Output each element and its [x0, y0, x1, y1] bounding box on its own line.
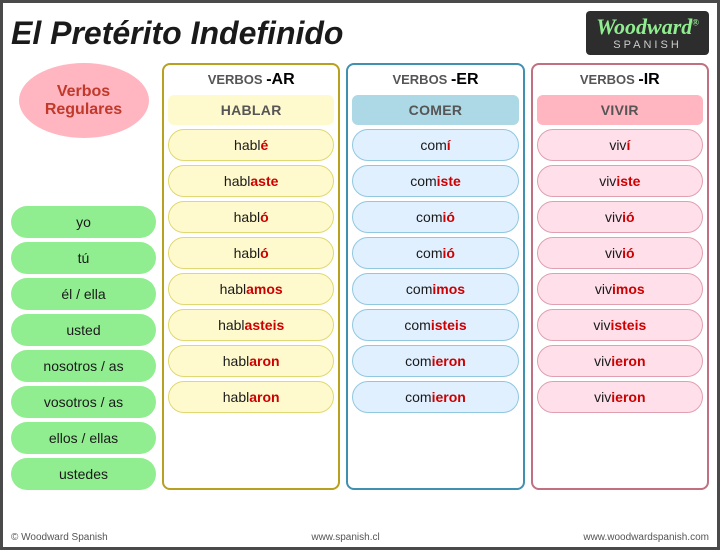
pronoun-ustedes: ustedes: [11, 458, 156, 490]
page-title: El Pretérito Indefinido: [11, 15, 343, 52]
ar-conj-tu: hablaste: [168, 165, 334, 197]
logo-brand: Woodward®: [596, 15, 699, 39]
footer-right: www.woodwardspanish.com: [583, 532, 709, 543]
ir-conj-vosotros: vivisteis: [537, 309, 703, 341]
ir-header: VERBOS -IR: [537, 69, 703, 91]
ir-conj-ustedes: vivieron: [537, 381, 703, 413]
er-example: COMER: [352, 95, 518, 125]
pronoun-usted: usted: [11, 314, 156, 346]
er-column: VERBOS -ER COMER comí comiste comió comi…: [346, 63, 524, 490]
er-conj-ustedes: comieron: [352, 381, 518, 413]
ar-conj-ustedes: hablaron: [168, 381, 334, 413]
er-conj-vosotros: comisteis: [352, 309, 518, 341]
content-area: VerbosRegulares yo tú él / ella usted no…: [11, 63, 709, 490]
ar-header: VERBOS -AR: [168, 69, 334, 91]
ir-conj-tu: viviste: [537, 165, 703, 197]
main-container: El Pretérito Indefinido Woodward® SPANIS…: [0, 0, 720, 550]
ar-example: HABLAR: [168, 95, 334, 125]
er-conj-ellos: comieron: [352, 345, 518, 377]
ir-conj-nosotros: vivimos: [537, 273, 703, 305]
ar-column: VERBOS -AR HABLAR hablé hablaste habló h…: [162, 63, 340, 490]
er-conj-yo: comí: [352, 129, 518, 161]
ir-conj-usted: vivió: [537, 237, 703, 269]
er-conj-el: comió: [352, 201, 518, 233]
ir-conj-yo: viví: [537, 129, 703, 161]
ar-conj-vosotros: hablasteis: [168, 309, 334, 341]
ar-conj-yo: hablé: [168, 129, 334, 161]
pronoun-nosotros: nosotros / as: [11, 350, 156, 382]
ar-conj-nosotros: hablamos: [168, 273, 334, 305]
ir-conj-ellos: vivieron: [537, 345, 703, 377]
pronoun-ellos: ellos / ellas: [11, 422, 156, 454]
footer: © Woodward Spanish www.spanish.cl www.wo…: [11, 532, 709, 543]
header-row: El Pretérito Indefinido Woodward® SPANIS…: [11, 11, 709, 55]
er-conj-usted: comió: [352, 237, 518, 269]
footer-left: © Woodward Spanish: [11, 532, 108, 543]
er-conj-nosotros: comimos: [352, 273, 518, 305]
logo-sub: SPANISH: [596, 39, 699, 51]
pronoun-vosotros: vosotros / as: [11, 386, 156, 418]
left-column: VerbosRegulares yo tú él / ella usted no…: [11, 63, 156, 490]
pronoun-el-ella: él / ella: [11, 278, 156, 310]
er-conj-tu: comiste: [352, 165, 518, 197]
ar-conj-ellos: hablaron: [168, 345, 334, 377]
logo-box: Woodward® SPANISH: [586, 11, 709, 55]
ir-example: VIVIR: [537, 95, 703, 125]
ar-conj-el: habló: [168, 201, 334, 233]
er-header: VERBOS -ER: [352, 69, 518, 91]
pronoun-tu: tú: [11, 242, 156, 274]
pronoun-list: yo tú él / ella usted nosotros / as voso…: [11, 206, 156, 490]
ar-conj-usted: habló: [168, 237, 334, 269]
footer-center: www.spanish.cl: [311, 532, 379, 543]
ir-column: VERBOS -IR VIVIR viví viviste vivió vivi…: [531, 63, 709, 490]
verbos-regulares-box: VerbosRegulares: [19, 63, 149, 138]
ir-conj-el: vivió: [537, 201, 703, 233]
pronoun-yo: yo: [11, 206, 156, 238]
